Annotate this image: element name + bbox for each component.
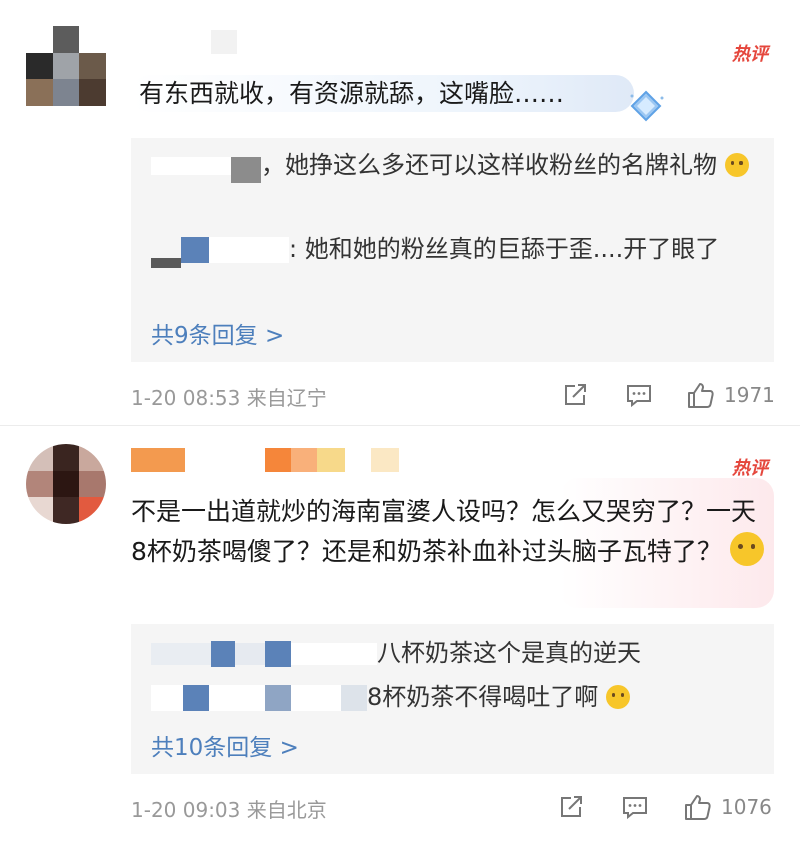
cry-emoji-icon: [605, 685, 630, 709]
reply-username[interactable]: [151, 149, 261, 183]
comment-meta: 1-20 09:03 来自北京 1076: [131, 792, 776, 822]
comment-text: 有东西就收，有资源就舔，这嘴脸……: [131, 75, 771, 112]
username[interactable]: [131, 448, 399, 472]
reply-username[interactable]: [151, 232, 289, 268]
hot-comment-badge: 热评: [732, 44, 768, 65]
avatar[interactable]: [26, 444, 106, 524]
reply-item[interactable]: ，她挣这么多还可以这样收粉丝的名牌礼物: [151, 146, 761, 184]
share-icon: [565, 384, 586, 405]
share-button[interactable]: [561, 380, 589, 410]
reply-item[interactable]: 八杯奶茶这个是真的逆天: [151, 634, 761, 672]
reply-item[interactable]: : 她和她的粉丝真的巨舔于歪....开了眼了: [151, 230, 761, 268]
comment-icon: [627, 385, 651, 408]
share-button[interactable]: [557, 792, 585, 822]
comment-text: 不是一出道就炒的海南富婆人设吗？怎么又哭穷了？一天8杯奶茶喝傻了？还是和奶茶补血…: [131, 492, 771, 572]
more-replies-link[interactable]: 共9条回复 >: [151, 316, 284, 350]
reply-box: ，她挣这么多还可以这样收粉丝的名牌礼物 : 她和她的粉丝真的巨舔于歪....开了…: [131, 138, 774, 362]
more-replies-link[interactable]: 共10条回复 >: [151, 728, 299, 762]
reply-button[interactable]: [621, 792, 649, 822]
avatar[interactable]: [26, 26, 106, 106]
reply-username[interactable]: [151, 641, 377, 667]
dizzy-emoji-icon: [729, 532, 764, 566]
cry-emoji-icon: [724, 153, 749, 177]
reply-username[interactable]: [151, 685, 367, 711]
like-button[interactable]: 1971: [686, 380, 775, 410]
comment-meta: 1-20 08:53 来自辽宁 1971: [131, 380, 776, 410]
like-button[interactable]: 1076: [683, 792, 772, 822]
timestamp: 1-20 09:03 来自北京: [131, 798, 327, 822]
gem-badge-icon: [630, 90, 664, 122]
share-icon: [561, 796, 582, 817]
reply-item[interactable]: 8杯奶茶不得喝吐了啊: [151, 678, 761, 716]
like-icon: [685, 795, 711, 820]
like-icon: [688, 383, 714, 408]
reply-box: 八杯奶茶这个是真的逆天 8杯奶茶不得喝吐了啊 共10条回复 >: [131, 624, 774, 774]
comment-2: 热评 不是一出道就炒的海南富婆人设吗？怎么又哭穷了？一天8杯奶茶喝傻了？还是和奶…: [0, 426, 800, 843]
reply-button[interactable]: [625, 380, 653, 410]
comment-icon: [623, 797, 647, 820]
comment-1: 热评 有东西就收，有资源就舔，这嘴脸…… ，她挣这么多还可以这样收粉丝的名牌礼物…: [0, 0, 800, 420]
hot-comment-badge: 热评: [732, 458, 768, 479]
username[interactable]: [131, 30, 237, 54]
timestamp: 1-20 08:53 来自辽宁: [131, 386, 327, 410]
